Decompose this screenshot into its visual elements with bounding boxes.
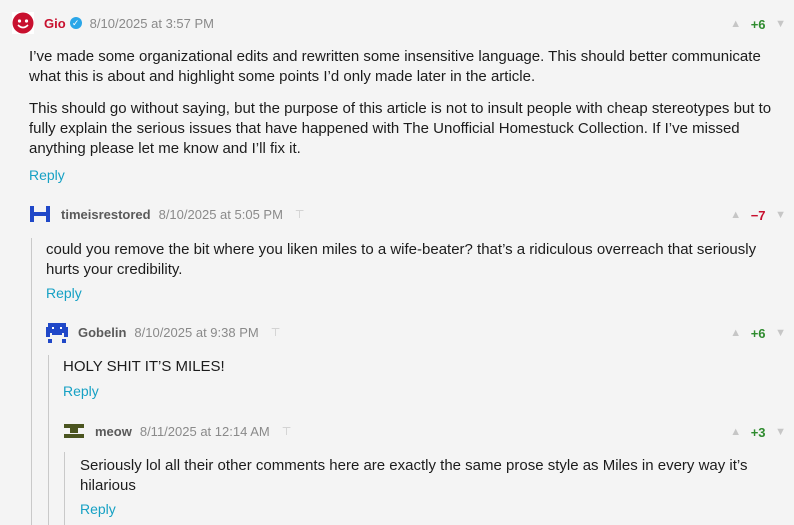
comment-body: HOLY SHIT IT’S MILES! bbox=[63, 357, 763, 389]
comment-paragraph: HOLY SHIT IT’S MILES! bbox=[63, 358, 225, 375]
vote-score: +6 bbox=[750, 325, 766, 341]
reply-button[interactable]: Reply bbox=[29, 167, 65, 183]
downvote-arrow-icon[interactable]: ▼ bbox=[775, 426, 786, 438]
upvote-arrow-icon[interactable]: ▲ bbox=[730, 18, 741, 30]
thread-line-level-1 bbox=[31, 238, 32, 525]
comment-header: Gobelin 8/10/2025 at 9:38 PM ⊤ bbox=[46, 321, 280, 343]
author-name[interactable]: Gio bbox=[44, 16, 66, 31]
blue-pixel-space-invader-icon[interactable] bbox=[46, 321, 68, 343]
reply-button[interactable]: Reply bbox=[63, 383, 99, 399]
blue-h-symbol-icon[interactable] bbox=[29, 203, 51, 225]
vote-controls: ▲ −7 ▼ bbox=[714, 204, 794, 226]
comment-paragraph: Seriously lol all their other comments h… bbox=[80, 457, 748, 494]
vote-score: +6 bbox=[750, 16, 766, 32]
comment-timestamp[interactable]: 8/10/2025 at 5:05 PM bbox=[159, 207, 283, 222]
verified-check-icon: ✓ bbox=[69, 17, 82, 29]
vote-score: −7 bbox=[750, 207, 766, 223]
vote-controls: ▲ +3 ▼ bbox=[714, 421, 794, 443]
comment-paragraph: could you remove the bit where you liken… bbox=[46, 241, 757, 278]
pin-icon[interactable]: ⊤ bbox=[282, 425, 292, 438]
downvote-arrow-icon[interactable]: ▼ bbox=[775, 327, 786, 339]
reply-button[interactable]: Reply bbox=[46, 285, 82, 301]
thread-line-level-3 bbox=[64, 452, 65, 525]
olive-pixel-bars-icon[interactable] bbox=[63, 420, 85, 442]
vote-controls: ▲ +6 ▼ bbox=[714, 13, 794, 35]
comment-header: meow 8/11/2025 at 12:14 AM ⊤ bbox=[63, 420, 291, 442]
comment-body: I’ve made some organizational edits and … bbox=[29, 47, 781, 171]
reply-button[interactable]: Reply bbox=[80, 501, 116, 517]
pin-icon[interactable]: ⊤ bbox=[295, 208, 305, 221]
comment-paragraph: I’ve made some organizational edits and … bbox=[29, 48, 761, 85]
downvote-arrow-icon[interactable]: ▼ bbox=[775, 18, 786, 30]
comment-timestamp[interactable]: 8/11/2025 at 12:14 AM bbox=[140, 424, 270, 439]
author-name[interactable]: timeisrestored bbox=[61, 207, 151, 222]
upvote-arrow-icon[interactable]: ▲ bbox=[730, 426, 741, 438]
downvote-arrow-icon[interactable]: ▼ bbox=[775, 209, 786, 221]
comment-header: timeisrestored 8/10/2025 at 5:05 PM ⊤ bbox=[29, 203, 305, 225]
thread-line-level-2 bbox=[48, 355, 49, 525]
author-name[interactable]: Gobelin bbox=[78, 325, 126, 340]
comment-timestamp[interactable]: 8/10/2025 at 9:38 PM bbox=[134, 325, 258, 340]
upvote-arrow-icon[interactable]: ▲ bbox=[730, 209, 741, 221]
vote-controls: ▲ +6 ▼ bbox=[714, 322, 794, 344]
comment-body: could you remove the bit where you liken… bbox=[46, 240, 766, 292]
author-name[interactable]: meow bbox=[95, 424, 132, 439]
red-troll-face-icon[interactable] bbox=[12, 12, 34, 34]
comment-body: Seriously lol all their other comments h… bbox=[80, 456, 760, 508]
upvote-arrow-icon[interactable]: ▲ bbox=[730, 327, 741, 339]
comment-header: Gio ✓ 8/10/2025 at 3:57 PM bbox=[12, 12, 214, 34]
vote-score: +3 bbox=[750, 424, 766, 440]
pin-icon[interactable]: ⊤ bbox=[271, 326, 281, 339]
comment-paragraph: This should go without saying, but the p… bbox=[29, 100, 772, 157]
comment-timestamp[interactable]: 8/10/2025 at 3:57 PM bbox=[90, 16, 214, 31]
